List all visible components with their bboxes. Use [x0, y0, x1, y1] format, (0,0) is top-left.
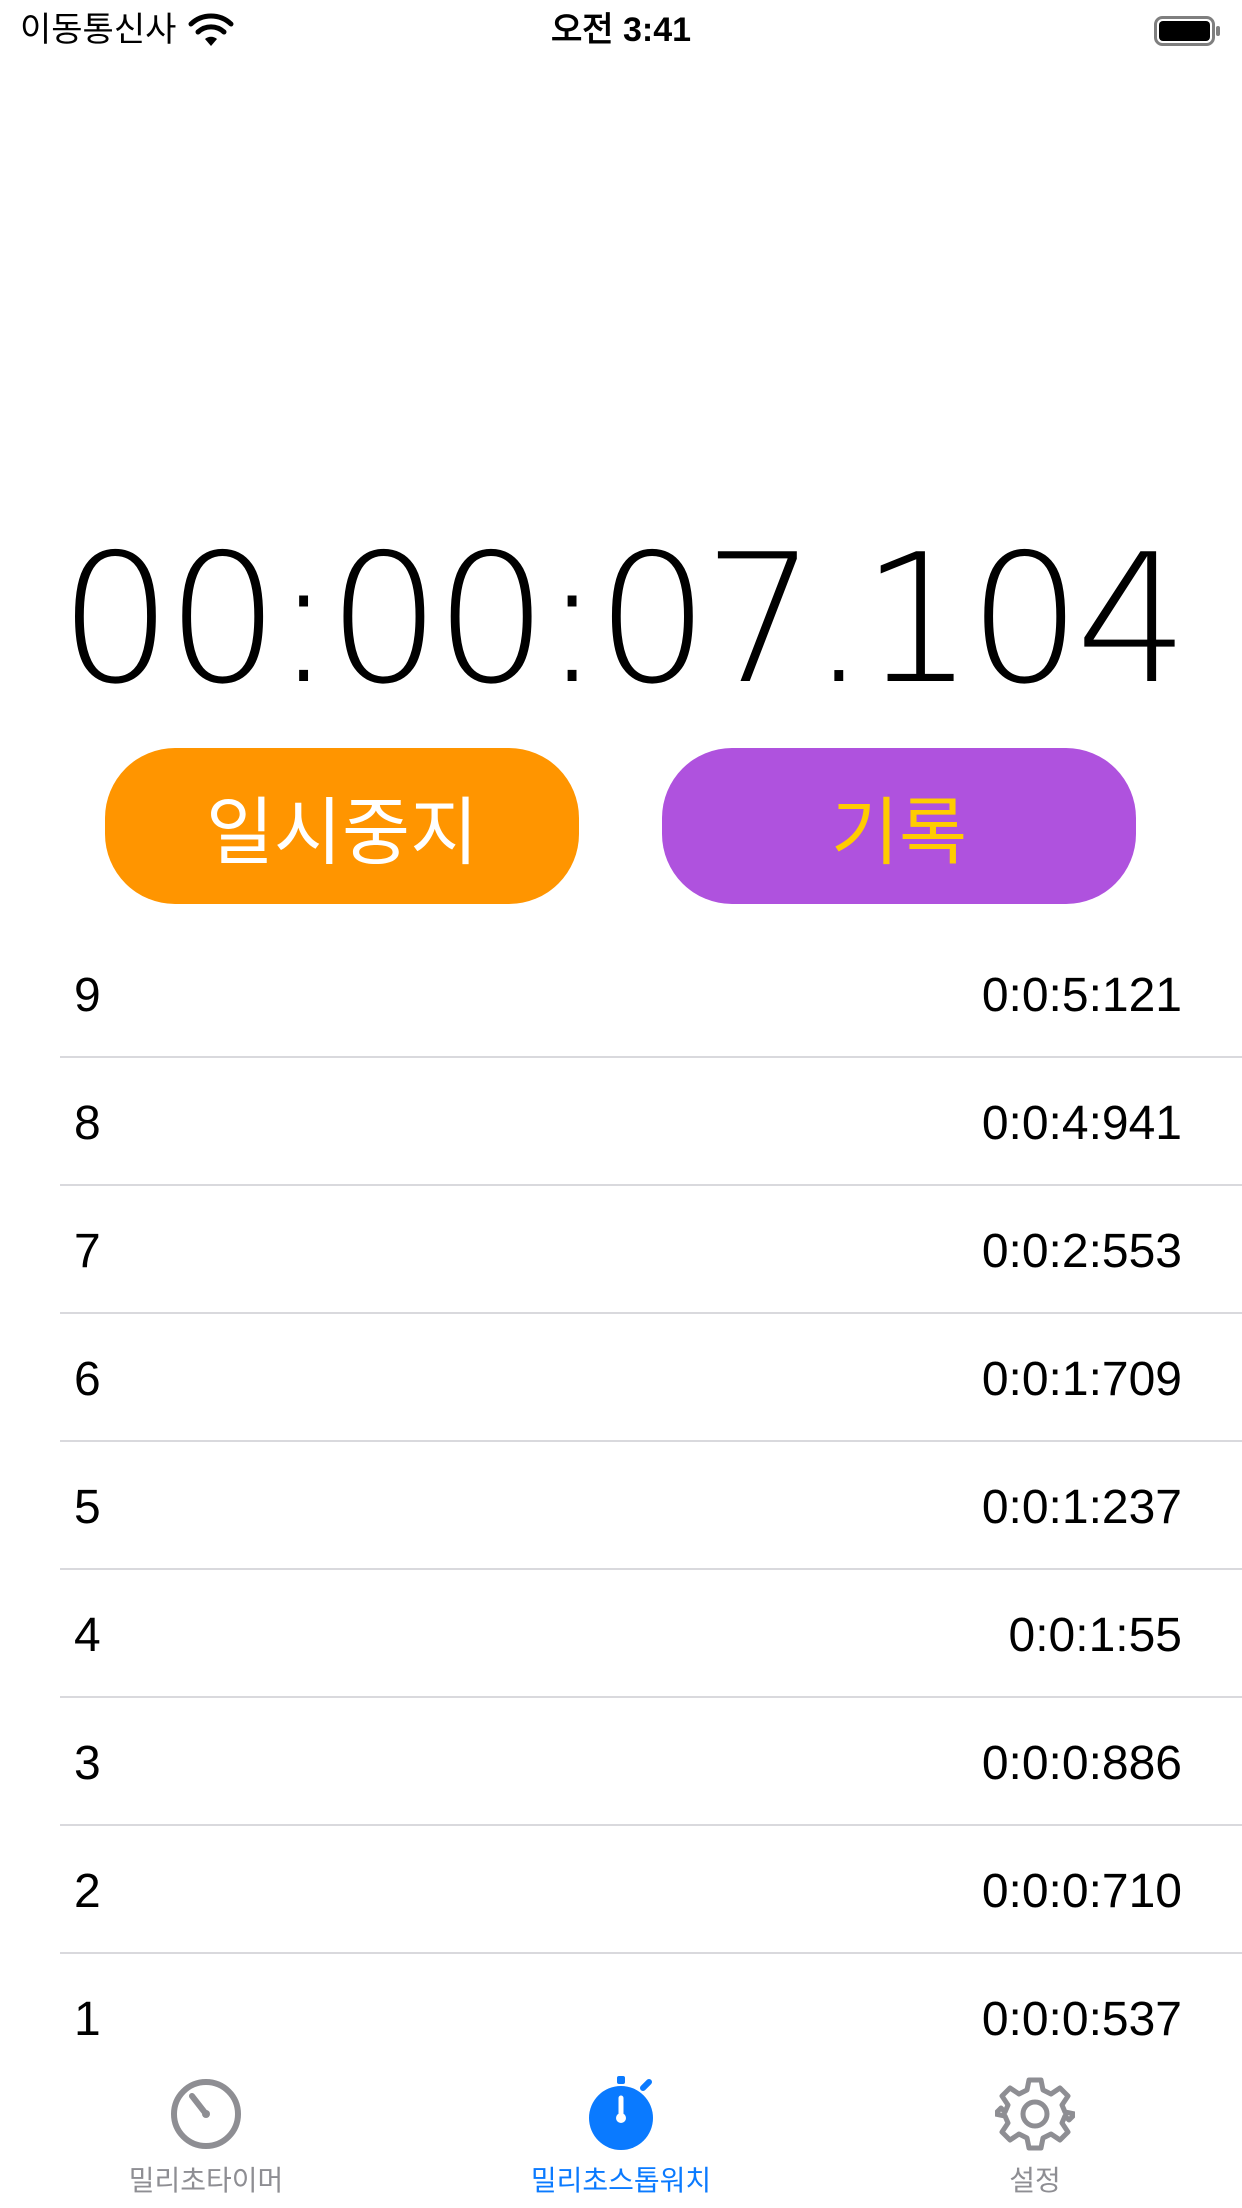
- stopwatch-icon: [589, 2076, 653, 2150]
- list-item: 9 0:0:5:121: [60, 930, 1242, 1058]
- lap-number: 2: [74, 1865, 101, 1918]
- timer-icon: [171, 2079, 241, 2149]
- tab-label: 설정: [1009, 2165, 1061, 2196]
- elapsed-time-display: 00:00:07.104: [59, 516, 1189, 723]
- tab-settings[interactable]: 설정: [885, 2056, 1185, 2208]
- tab-bar: 밀리초타이머 밀리초스톱워치 설정: [0, 2056, 1242, 2208]
- lap-time: 0:0:4:941: [981, 1097, 1182, 1150]
- lap-time: 0:0:5:121: [981, 969, 1182, 1022]
- lap-number: 5: [74, 1481, 101, 1534]
- tab-millisecond-timer[interactable]: 밀리초타이머: [56, 2056, 356, 2208]
- lap-number: 9: [74, 969, 101, 1022]
- record-lap-button-label: 기록: [830, 789, 968, 876]
- tab-millisecond-stopwatch[interactable]: 밀리초스톱워치: [471, 2056, 771, 2208]
- lap-time: 0:0:1:709: [981, 1353, 1182, 1406]
- pause-button[interactable]: 일시중지: [105, 748, 579, 904]
- lap-number: 3: [74, 1737, 101, 1790]
- lap-number: 7: [74, 1225, 101, 1278]
- battery-icon: [1154, 16, 1220, 46]
- list-item: 2 0:0:0:710: [60, 1826, 1242, 1954]
- lap-time: 0:0:0:886: [981, 1737, 1182, 1790]
- tab-label: 밀리초타이머: [128, 2165, 284, 2196]
- tab-label: 밀리초스톱워치: [530, 2165, 712, 2196]
- list-item: 7 0:0:2:553: [60, 1186, 1242, 1314]
- list-item: 8 0:0:4:941: [60, 1058, 1242, 1186]
- lap-number: 6: [74, 1353, 101, 1406]
- status-bar: 이동통신사 오전 3:41: [0, 0, 1242, 64]
- list-item: 5 0:0:1:237: [60, 1442, 1242, 1570]
- gear-icon: [995, 2077, 1075, 2151]
- lap-number: 8: [74, 1097, 101, 1150]
- list-item: 4 0:0:1:55: [60, 1570, 1242, 1698]
- lap-number: 1: [74, 1993, 101, 2046]
- lap-time: 0:0:1:55: [1008, 1609, 1182, 1662]
- lap-time: 0:0:2:553: [981, 1225, 1182, 1278]
- list-item: 3 0:0:0:886: [60, 1698, 1242, 1826]
- lap-list[interactable]: 9 0:0:5:121 8 0:0:4:941 7 0:0:2:553 6 0:…: [60, 930, 1242, 2050]
- list-item: 6 0:0:1:709: [60, 1314, 1242, 1442]
- lap-time: 0:0:0:537: [981, 1993, 1182, 2046]
- list-item: 1 0:0:0:537: [60, 1954, 1242, 2050]
- lap-time: 0:0:0:710: [981, 1865, 1182, 1918]
- record-lap-button[interactable]: 기록: [662, 748, 1136, 904]
- lap-number: 4: [74, 1609, 101, 1662]
- pause-button-label: 일시중지: [205, 789, 479, 876]
- lap-time: 0:0:1:237: [981, 1481, 1182, 1534]
- status-time: 오전 3:41: [550, 11, 692, 49]
